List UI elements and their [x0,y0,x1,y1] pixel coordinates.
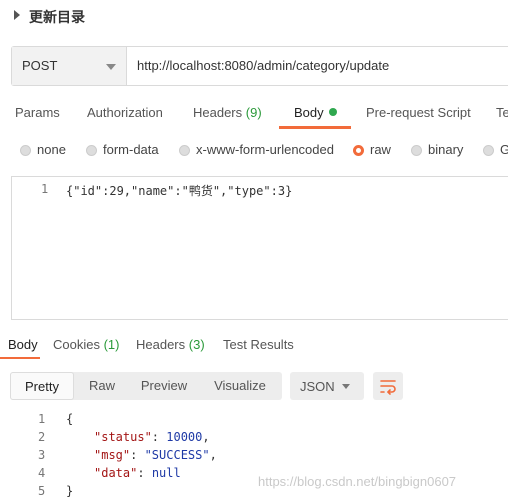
line-number: 1 [38,412,46,426]
radio-none[interactable]: none [20,142,66,157]
view-pretty-button[interactable]: Pretty [10,372,74,400]
radio-selected-icon [353,145,364,156]
radio-circle-icon [483,145,494,156]
watermark: https://blog.csdn.net/bingbign0607 [258,474,457,489]
request-title: 更新目录 [29,9,85,25]
tab-authorization[interactable]: Authorization [87,105,163,120]
active-tab-underline [279,126,351,129]
radio-circle-icon [411,145,422,156]
radio-urlencoded[interactable]: x-www-form-urlencoded [179,142,334,157]
radio-graphql[interactable]: G [483,142,508,157]
response-line: "msg": "SUCCESS", [94,448,217,462]
tab-pre-request-script[interactable]: Pre-request Script [366,105,471,120]
line-number: 2 [38,430,46,444]
view-mode-segmented: Pretty Raw Preview Visualize [10,372,282,400]
response-tab-cookies[interactable]: Cookies (1) [53,337,119,352]
response-tab-underline [0,357,40,359]
line-number: 3 [38,448,46,462]
radio-circle-icon [20,145,31,156]
view-visualize-button[interactable]: Visualize [198,372,282,400]
headers-count: (9) [245,105,262,120]
url-input[interactable]: http://localhost:8080/admin/category/upd… [137,58,389,73]
response-line: { [66,412,74,426]
radio-circle-icon [179,145,190,156]
radio-raw[interactable]: raw [353,142,391,157]
tab-headers[interactable]: Headers (9) [193,105,262,120]
response-headers-count: (3) [188,337,205,352]
response-tab-headers[interactable]: Headers (3) [136,337,205,352]
method-label: POST [22,58,58,73]
response-line: "data": null [94,466,181,480]
wrap-lines-button[interactable] [373,372,403,400]
wrap-lines-icon [380,380,396,395]
response-line: "status": 10000, [94,430,210,444]
expand-caret-icon[interactable] [14,10,20,20]
chevron-down-icon [106,64,116,70]
view-raw-button[interactable]: Raw [74,372,130,400]
tab-tests[interactable]: Te [496,105,508,120]
response-line: } [66,484,74,498]
cookies-count: (1) [103,337,120,352]
response-tab-test-results[interactable]: Test Results [223,337,294,352]
collection-header[interactable]: 更新目录 [0,0,508,32]
format-label: JSON [300,379,335,394]
line-number: 4 [38,466,46,480]
radio-circle-icon [86,145,97,156]
line-number: 1 [41,182,49,196]
body-indicator-dot [328,108,337,116]
method-select[interactable]: POST [12,47,127,85]
view-preview-button[interactable]: Preview [130,372,198,400]
chevron-down-icon [342,384,350,389]
tab-body[interactable]: Body [294,105,337,120]
radio-form-data[interactable]: form-data [86,142,159,157]
request-bar: POST http://localhost:8080/admin/categor… [11,46,508,86]
request-body-editor[interactable]: 1 {"id":29,"name":"鸭货","type":3} [11,176,508,320]
response-tab-body[interactable]: Body [8,337,38,352]
request-body-code[interactable]: {"id":29,"name":"鸭货","type":3} [66,182,292,199]
line-number: 5 [38,484,46,498]
format-select[interactable]: JSON [290,372,364,400]
tab-params[interactable]: Params [15,105,60,120]
radio-binary[interactable]: binary [411,142,463,157]
